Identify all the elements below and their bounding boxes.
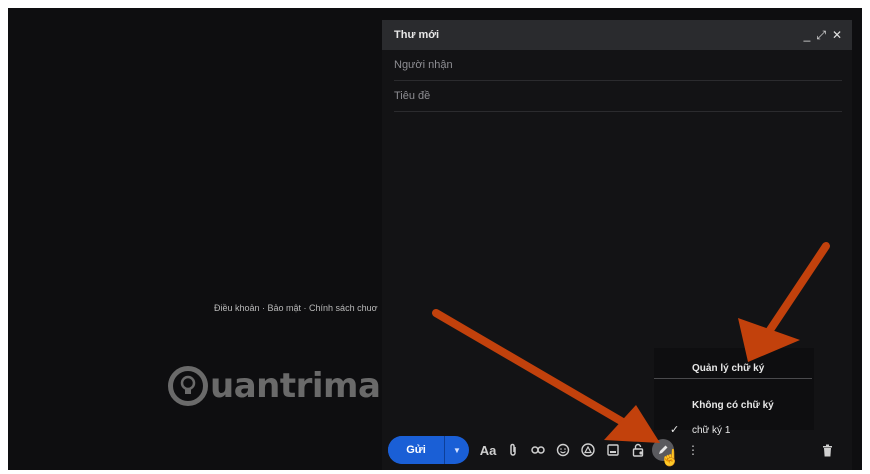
close-icon[interactable]: ✕ [832,28,842,43]
menu-divider [654,378,812,379]
footer-links[interactable]: Điều khoản · Bảo mật · Chính sách chuơ [214,303,378,313]
compose-toolbar: Gửi ▼ Aa ⋮ [388,436,844,464]
signature-1-item[interactable]: chữ ký 1 [692,425,730,436]
send-options-chevron-icon[interactable]: ▼ [445,436,469,464]
lightbulb-icon [168,366,208,406]
emoji-icon[interactable] [552,439,574,461]
minimize-icon[interactable]: _ [804,28,811,43]
manage-signatures-item[interactable]: Quản lý chữ ký [692,363,764,374]
send-button[interactable]: Gửi [388,436,444,464]
insert-link-icon[interactable] [527,439,549,461]
expand-icon[interactable]: ⤢ [816,28,826,43]
no-signature-item[interactable]: Không có chữ ký [692,400,774,411]
google-drive-icon[interactable] [577,439,599,461]
more-options-icon[interactable]: ⋮ [682,439,704,461]
subject-field[interactable]: Tiêu đề [394,81,842,112]
send-button-group: Gửi ▼ [388,436,469,464]
trash-icon[interactable] [816,439,838,461]
compose-header: Thư mới _ ⤢ ✕ [382,20,852,50]
compose-title: Thư mới [394,29,440,41]
checkmark-icon: ✓ [670,424,680,436]
confidential-mode-icon[interactable] [627,439,649,461]
insert-photo-icon[interactable] [602,439,624,461]
pointer-hand-cursor-icon: ☝ [660,450,680,467]
formatting-options-button[interactable]: Aa [477,439,499,461]
compose-window-controls: _ ⤢ ✕ [804,28,842,43]
recipients-field[interactable]: Người nhận [394,50,842,81]
attach-file-icon[interactable] [502,439,524,461]
signature-menu: Quản lý chữ ký Không có chữ ký ✓ chữ ký … [654,348,814,436]
